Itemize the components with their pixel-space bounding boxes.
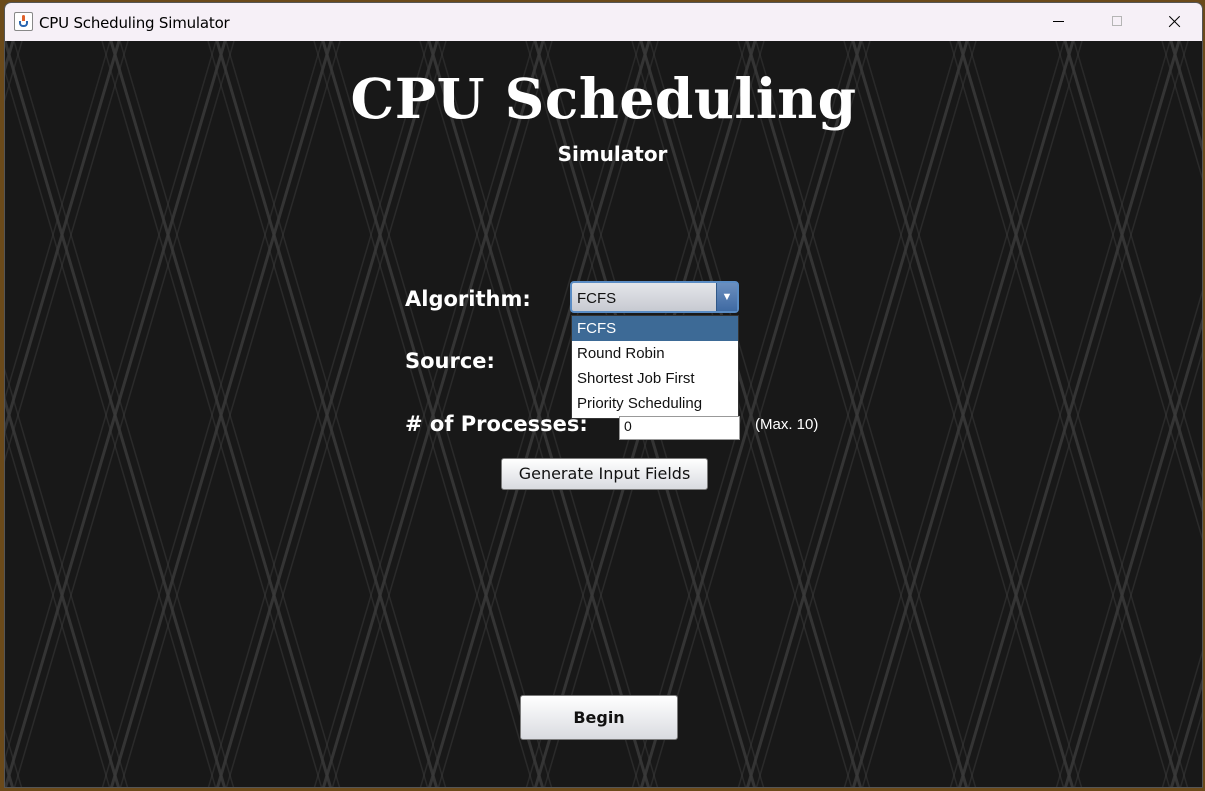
- java-cup-icon: [14, 12, 33, 31]
- processes-max-note: (Max. 10): [755, 416, 819, 433]
- dropdown-option-round-robin[interactable]: Round Robin: [572, 341, 738, 366]
- processes-input[interactable]: 0: [619, 416, 740, 440]
- maximize-icon[interactable]: [1088, 3, 1146, 41]
- source-label: Source:: [405, 349, 495, 373]
- algorithm-dropdown-list: FCFS Round Robin Shortest Job First Prio…: [571, 315, 739, 419]
- chevron-down-icon[interactable]: ▼: [716, 283, 737, 311]
- processes-label: # of Processes:: [405, 412, 588, 436]
- algorithm-select-value: FCFS: [577, 290, 617, 307]
- algorithm-select[interactable]: FCFS ▼: [570, 281, 739, 313]
- dropdown-option-fcfs[interactable]: FCFS: [572, 316, 738, 341]
- generate-input-fields-button[interactable]: Generate Input Fields: [501, 458, 708, 490]
- page-subtitle: Simulator: [557, 142, 668, 166]
- window-title: CPU Scheduling Simulator: [39, 14, 230, 32]
- minimize-icon[interactable]: [1030, 3, 1088, 41]
- title-bar[interactable]: CPU Scheduling Simulator: [5, 3, 1202, 42]
- close-icon[interactable]: [1146, 3, 1202, 41]
- app-window: CPU Scheduling Simulator CPU Scheduling …: [4, 2, 1203, 788]
- dropdown-option-priority[interactable]: Priority Scheduling: [572, 391, 738, 416]
- begin-button[interactable]: Begin: [520, 695, 678, 740]
- dropdown-option-sjf[interactable]: Shortest Job First: [572, 366, 738, 391]
- page-title: CPU Scheduling: [350, 66, 857, 131]
- algorithm-label: Algorithm:: [405, 287, 531, 311]
- main-panel: CPU Scheduling Simulator Algorithm: Sour…: [5, 41, 1202, 787]
